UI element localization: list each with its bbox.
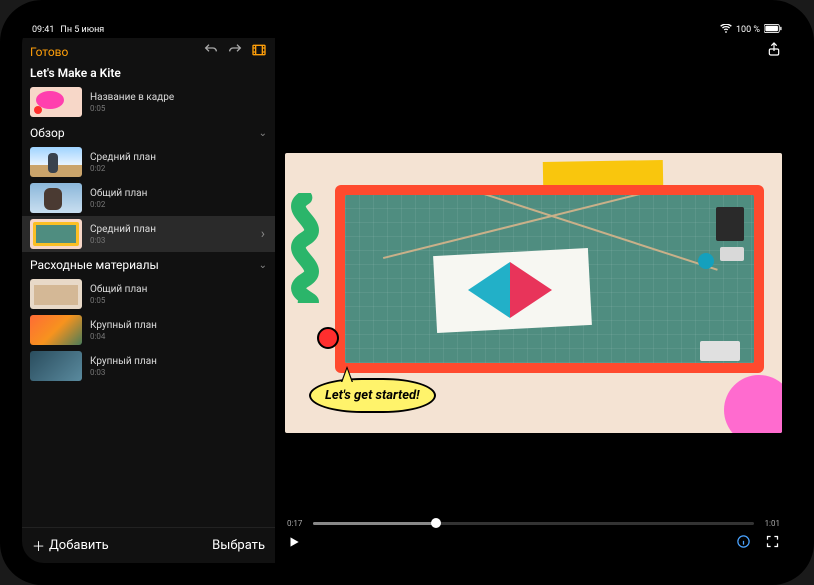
chevron-down-icon: ⌄ <box>259 260 267 271</box>
status-bar: 09:41 Пн 5 июня 100 % <box>22 22 792 38</box>
plus-icon: ＋ <box>32 536 45 555</box>
chevron-down-icon: ⌄ <box>259 128 267 139</box>
redo-icon[interactable] <box>227 42 243 62</box>
section-header-overview[interactable]: Обзор ⌄ <box>22 120 275 144</box>
time-current: 0:17 <box>287 519 302 528</box>
clip-row[interactable]: Средний план 0:02 <box>22 144 275 180</box>
title-clip-row[interactable]: Название в кадре 0:05 <box>22 84 275 120</box>
wifi-icon <box>720 24 732 36</box>
pink-blob-decoration <box>724 375 782 433</box>
red-dot-decoration <box>317 327 339 349</box>
done-button[interactable]: Готово <box>30 45 68 59</box>
screen: 09:41 Пн 5 июня 100 % Готово Let's Make … <box>22 22 792 563</box>
clip-duration: 0:03 <box>90 368 157 377</box>
sidebar: Готово Let's Make a Kite Название в кадр… <box>22 38 275 563</box>
clip-duration: 0:02 <box>90 164 156 173</box>
clip-label: Крупный план <box>90 320 157 331</box>
clip-thumbnail <box>30 87 82 117</box>
clip-thumbnail <box>30 315 82 345</box>
storyboard-icon[interactable] <box>251 42 267 62</box>
clip-thumbnail <box>30 219 82 249</box>
photo-frame <box>335 185 764 373</box>
play-button[interactable] <box>287 534 301 553</box>
squiggle-decoration <box>285 193 335 303</box>
select-button[interactable]: Выбрать <box>212 538 265 553</box>
status-time: 09:41 <box>32 25 54 35</box>
ipad-device: 09:41 Пн 5 июня 100 % Готово Let's Make … <box>0 0 814 585</box>
preview-area: Let's get started! <box>275 64 792 512</box>
clip-label: Общий план <box>90 284 147 295</box>
clip-thumbnail <box>30 147 82 177</box>
clip-label: Средний план <box>90 152 156 163</box>
clip-list[interactable]: Название в кадре 0:05 Обзор ⌄ Средний пл… <box>22 84 275 527</box>
scrub-knob[interactable] <box>431 518 441 528</box>
time-total: 1:01 <box>765 519 780 528</box>
tape-decoration <box>543 160 663 188</box>
sidebar-footer: ＋ Добавить Выбрать <box>22 527 275 563</box>
clip-row[interactable]: Крупный план 0:03 <box>22 348 275 384</box>
app-content: Готово Let's Make a Kite Название в кадр… <box>22 38 792 563</box>
battery-text: 100 % <box>736 25 760 35</box>
clip-label: Крупный план <box>90 356 157 367</box>
section-header-supplies[interactable]: Расходные материалы ⌄ <box>22 252 275 276</box>
speech-bubble: Let's get started! <box>309 378 436 413</box>
clip-label: Средний план <box>90 224 156 235</box>
clip-label: Название в кадре <box>90 92 174 103</box>
preview-frame[interactable]: Let's get started! <box>285 153 782 433</box>
photo-content <box>345 195 754 363</box>
fullscreen-button[interactable] <box>765 534 780 553</box>
clip-thumbnail <box>30 351 82 381</box>
undo-icon[interactable] <box>203 42 219 62</box>
info-button[interactable] <box>736 534 751 553</box>
add-button[interactable]: ＋ Добавить <box>32 536 109 555</box>
clip-duration: 0:05 <box>90 296 147 305</box>
section-title: Обзор <box>30 126 65 140</box>
scrubber[interactable]: 0:17 1:01 <box>287 516 780 530</box>
share-button[interactable] <box>766 41 782 61</box>
clip-row[interactable]: Общий план 0:05 <box>22 276 275 312</box>
add-label: Добавить <box>49 538 109 553</box>
battery-icon <box>764 24 782 36</box>
clip-duration: 0:03 <box>90 236 156 245</box>
status-date: Пн 5 июня <box>60 25 104 35</box>
project-title: Let's Make a Kite <box>22 64 275 84</box>
clip-label: Общий план <box>90 188 147 199</box>
clip-thumbnail <box>30 279 82 309</box>
clip-duration: 0:02 <box>90 200 147 209</box>
scrub-progress <box>313 522 436 525</box>
clip-duration: 0:05 <box>90 104 174 113</box>
main-pane: Let's get started! 0:17 1:01 <box>275 38 792 563</box>
clip-row[interactable]: Крупный план 0:04 <box>22 312 275 348</box>
sidebar-header: Готово <box>22 38 275 64</box>
clip-row[interactable]: Общий план 0:02 <box>22 180 275 216</box>
playback-controls: 0:17 1:01 <box>275 512 792 563</box>
clip-row-selected[interactable]: Средний план 0:03 <box>22 216 275 252</box>
clip-thumbnail <box>30 183 82 213</box>
main-header <box>275 38 792 64</box>
clip-duration: 0:04 <box>90 332 157 341</box>
bubble-text: Let's get started! <box>325 388 420 403</box>
section-title: Расходные материалы <box>30 258 159 272</box>
